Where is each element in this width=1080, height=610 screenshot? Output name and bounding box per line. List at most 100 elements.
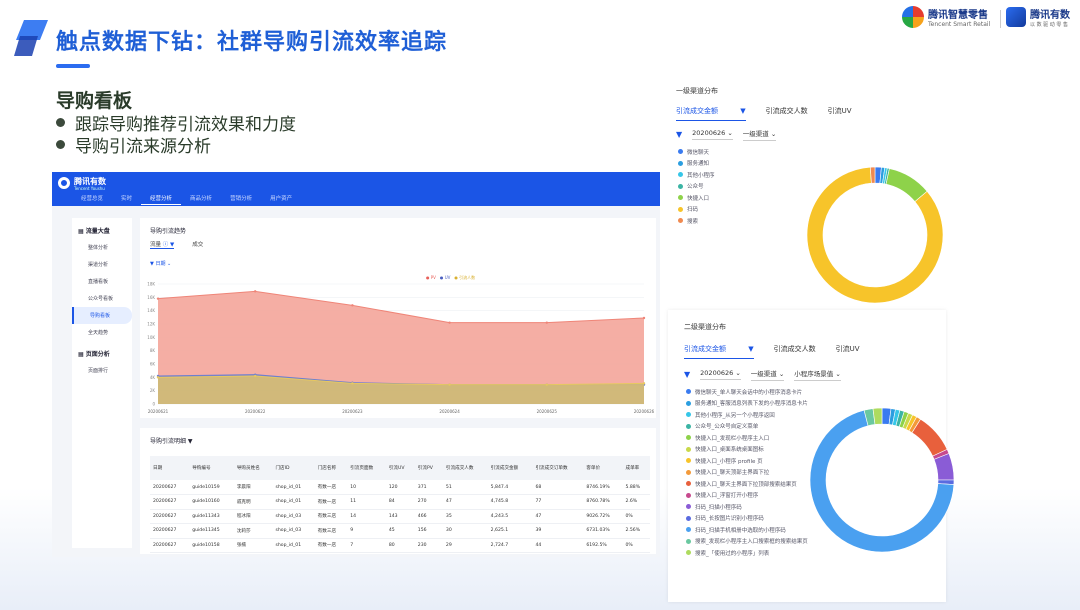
table-cell: 4,243.5 <box>487 509 533 524</box>
table-header-cell[interactable]: 引流成交订单数 <box>532 456 584 480</box>
data-point[interactable] <box>254 374 257 378</box>
tab-deal[interactable]: 成交 <box>192 240 203 249</box>
legend-item[interactable]: 扫码 <box>678 204 715 216</box>
table-row[interactable]: 20200627 guide10158 张楠 shop_id_01 有数一店 7 80 230… <box>150 538 650 553</box>
data-point[interactable] <box>351 382 354 385</box>
tab-channel2-buyers[interactable]: 引流成交人数 <box>774 344 816 359</box>
tab-channel2-uv[interactable]: 引流UV <box>836 344 860 359</box>
trend-area-chart: 0 2K 4K 6K 8K 10K 12K 14K 16K 18K 20200621 20200622… <box>147 282 654 415</box>
channel-level-select[interactable]: 一级渠道 ⌄ <box>750 368 785 381</box>
table-header-cell[interactable]: 日期 <box>150 456 190 480</box>
nav-item-product[interactable]: 商品分析 <box>181 194 221 205</box>
table-row[interactable]: 20200627 guide11343 程冰阳 shop_id_03 有数三店 14 143… <box>150 509 650 524</box>
legend-item[interactable]: 公众号 <box>678 181 715 193</box>
legend-item[interactable]: 搜索_「使用过的小程序」列表 <box>686 547 808 559</box>
table-row[interactable]: 20200627 guide10160 戚克明 shop_id_01 有数一店 11 84 2… <box>150 494 650 510</box>
sidebar-item-daytrend[interactable]: 全天趋势 <box>72 324 132 341</box>
table-row[interactable]: 20200627 guide11345 沈莉莎 shop_id_03 有数三店 9 45 15… <box>150 523 650 539</box>
table-header-cell[interactable]: 引流UV <box>385 456 415 480</box>
data-point[interactable] <box>545 321 548 324</box>
table-header-cell[interactable]: 导购编号 <box>189 456 234 480</box>
sidebar-item-channel[interactable]: 渠道分析 <box>72 256 132 273</box>
legend-item[interactable]: 公众号_公众号自定义菜单 <box>686 421 808 433</box>
channel1-filters: ▼ 20200626 ⌄ 一级渠道 ⌄ <box>676 128 777 141</box>
data-point[interactable] <box>254 290 257 293</box>
y-tick-label: 12K <box>147 322 155 327</box>
nav-item-users[interactable]: 用户资产 <box>261 194 301 205</box>
nav-item-overview[interactable]: 经营总览 <box>72 194 112 205</box>
data-point[interactable] <box>642 382 646 385</box>
legend-item[interactable]: 微信聊天 <box>678 146 715 158</box>
table-cell: 4,745.8 <box>487 494 533 510</box>
table-header-cell[interactable]: 引流PV <box>414 456 443 480</box>
legend-item[interactable]: 快捷入口_聊天顶部主界面下拉 <box>686 467 808 479</box>
legend-item[interactable]: 服务通知_客服消息列表下发的小程序消息卡片 <box>686 398 808 410</box>
youshu-logo-icon <box>1006 7 1026 27</box>
channel-level-select[interactable]: 一级渠道 ⌄ <box>742 128 777 141</box>
date-select[interactable]: 20200626 ⌄ <box>692 129 733 140</box>
tab-traffic[interactable]: 流量 ⓘ ▼ <box>150 240 175 249</box>
legend-item[interactable]: 快捷入口_聊天主界面下拉顶部搜索结果页 <box>686 478 808 490</box>
y-tick-label: 6K <box>150 362 156 367</box>
tab-channel1-amount[interactable]: 引流成交金额 ▼ <box>676 106 746 121</box>
legend-item[interactable]: 快捷入口 <box>678 192 715 204</box>
nav-item-realtime[interactable]: 实时 <box>112 194 141 205</box>
legend-item[interactable]: 其他小程序 <box>678 169 715 181</box>
channel-level-value: 一级渠道 <box>750 370 777 378</box>
table-header-cell[interactable]: 成单率 <box>622 456 650 480</box>
nav-item-marketing[interactable]: 营销分析 <box>221 194 261 205</box>
sidebar-item-overall[interactable]: 整体分析 <box>72 239 132 256</box>
data-point[interactable] <box>448 321 451 324</box>
table-cell: shop_id_03 <box>272 523 315 539</box>
legend-item[interactable]: 快捷入口_小程序 profile 页 <box>686 455 808 467</box>
nav-item-operation[interactable]: 经营分析 <box>141 194 182 205</box>
donut-slice[interactable] <box>869 166 876 184</box>
bullet-dot-icon <box>56 118 65 127</box>
date-select[interactable]: 20200626 ⌄ <box>700 369 741 380</box>
table-header-cell[interactable]: 引流页面数 <box>347 456 386 480</box>
data-point[interactable] <box>351 304 354 307</box>
data-point[interactable] <box>642 316 646 320</box>
legend-item[interactable]: 服务通知 <box>678 158 715 170</box>
channel1-donut-chart <box>806 166 944 304</box>
y-tick-label: 10K <box>147 335 155 340</box>
table-cell: 47 <box>442 494 488 510</box>
tab-channel2-amount[interactable]: 引流成交金额 ▼ <box>684 344 754 359</box>
legend-item[interactable]: 微信聊天_单人聊天会话中的小程序消息卡片 <box>686 386 808 398</box>
legend-item[interactable]: 快捷入口_浮窗打开小程序 <box>686 490 808 502</box>
donut-slice[interactable] <box>911 418 948 457</box>
sidebar-item-official[interactable]: 公众号看板 <box>72 290 132 307</box>
legend-item[interactable]: 扫码_扫描小程序码 <box>686 501 808 513</box>
tab-channel1-uv[interactable]: 引流UV <box>828 106 852 121</box>
legend-item[interactable]: 扫码_扫描手机相册中选取的小程序码 <box>686 524 808 536</box>
legend-item[interactable]: 搜索_发现栏小程序主入口搜索框的搜索结果页 <box>686 536 808 548</box>
table-header-cell[interactable]: 导购员姓名 <box>233 456 273 480</box>
sidebar-item-page-rank[interactable]: 页面排行 <box>72 362 132 379</box>
sidebar-item-live[interactable]: 直播看板 <box>72 273 132 290</box>
scene-select[interactable]: 小程序场景值 ⌄ <box>794 368 841 381</box>
legend-item[interactable]: 快捷入口_发现栏小程序主入口 <box>686 432 808 444</box>
table-header-cell[interactable]: 门店名称 <box>314 456 348 480</box>
data-point[interactable] <box>448 383 451 386</box>
tab-channel1-buyers[interactable]: 引流成交人数 <box>766 106 808 121</box>
legend-label: 服务通知_客服消息列表下发的小程序消息卡片 <box>695 401 808 408</box>
data-point[interactable] <box>156 297 160 300</box>
legend-label: 快捷入口_聊天顶部主界面下拉 <box>695 470 770 477</box>
sidebar-group-page[interactable]: ▦ 页面分析 <box>72 341 132 362</box>
legend-item[interactable]: 快捷入口_桌面系统桌面图标 <box>686 444 808 456</box>
table-row[interactable]: 20200627 guide10159 李晨阳 shop_id_01 有数一店 10 120… <box>150 480 650 495</box>
table-header-cell[interactable]: 客单价 <box>583 456 623 480</box>
table-header-cell[interactable]: 引流成交金额 <box>487 456 533 480</box>
legend-item[interactable]: 其他小程序_从另一个小程序返回 <box>686 409 808 421</box>
table-header-cell[interactable]: 门店ID <box>272 456 315 480</box>
table-cell: 2,724.7 <box>487 538 533 553</box>
date-filter[interactable]: ▼ 日期 ⌄ <box>150 260 171 267</box>
legend-item[interactable]: 扫码_长按图片识别小程序码 <box>686 513 808 525</box>
table-cell: 371 <box>414 480 443 495</box>
legend-item[interactable]: 搜索 <box>678 215 715 227</box>
sidebar-item-guide[interactable]: 导购看板 <box>72 307 132 324</box>
table-header-cell[interactable]: 引流成交人数 <box>442 456 488 480</box>
sidebar-group-traffic[interactable]: ▦ 流量大盘 <box>72 218 132 239</box>
data-point[interactable] <box>545 383 548 386</box>
data-point[interactable] <box>156 376 160 379</box>
